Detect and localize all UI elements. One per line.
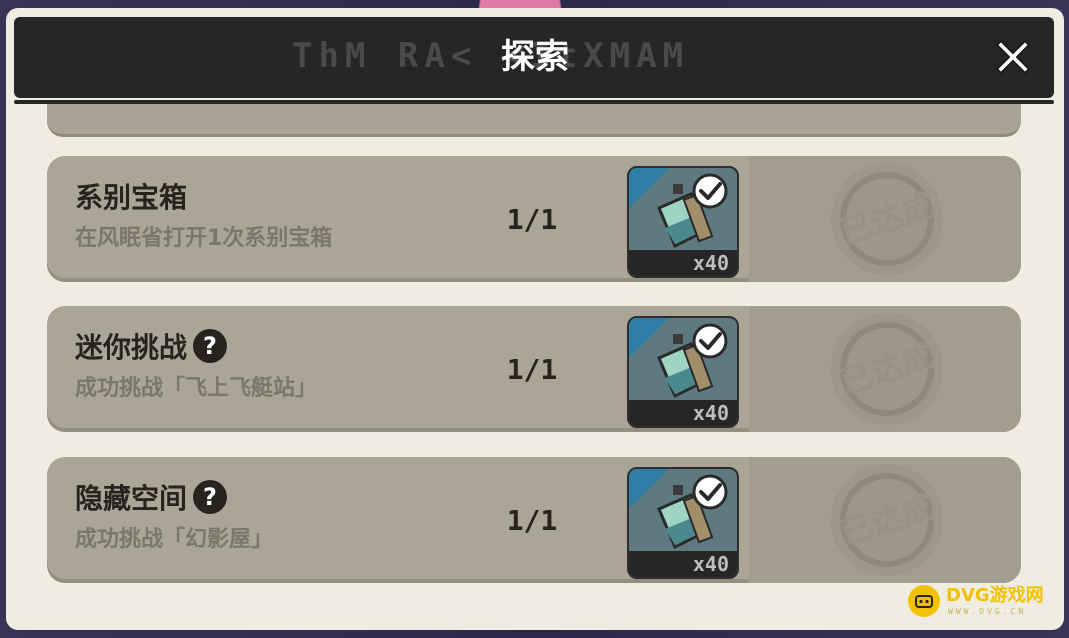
task-title: 隐藏空间? [75, 479, 228, 519]
checkmark-icon [692, 474, 728, 510]
reward-quantity: x40 [692, 251, 729, 275]
task-progress: 1/1 [506, 203, 558, 236]
reward-slot[interactable]: x40 [627, 467, 739, 579]
reward-slot[interactable]: x40 [627, 316, 739, 428]
status-area: 已达成 [749, 306, 1021, 432]
reward-slot[interactable]: x40 [627, 166, 739, 278]
task-card-hidden-space: 隐藏空间? 成功挑战「幻影屋」 1/1 x40 已达成 [47, 457, 1021, 583]
page-title: 探索 [501, 37, 569, 77]
reward-quantity: x40 [692, 552, 729, 576]
checkmark-icon [692, 173, 728, 209]
site-watermark: DVG游戏网 WWW.DVG.CN [908, 584, 1058, 620]
task-card-series-chest: 系别宝箱 在风眠省打开1次系别宝箱 1/1 x40 已达成 [47, 156, 1021, 282]
reward-quantity: x40 [692, 401, 729, 425]
task-card-mini-challenge: 迷你挑战? 成功挑战「飞上飞艇站」 1/1 x40 已达成 [47, 306, 1021, 432]
watermark-subtext: WWW.DVG.CN [948, 607, 1027, 616]
task-description: 成功挑战「飞上飞艇站」 [75, 376, 318, 401]
task-description: 在风眠省打开1次系别宝箱 [75, 226, 333, 251]
help-icon[interactable]: ? [193, 480, 228, 514]
watermark-text: DVG游戏网 [946, 585, 1044, 606]
gamepad-icon [908, 585, 940, 617]
help-icon[interactable]: ? [193, 329, 228, 363]
status-area: 已达成 [749, 457, 1021, 583]
close-button[interactable] [988, 32, 1038, 82]
task-description: 成功挑战「幻影屋」 [75, 527, 274, 552]
completed-stamp: 已达成 [807, 461, 967, 579]
task-list[interactable]: 系别宝箱 在风眠省打开1次系别宝箱 1/1 x40 已达成 迷你挑战 ? 成功挑… [14, 104, 1054, 624]
completed-stamp: 已达成 [807, 160, 967, 278]
task-title: 迷你挑战? [75, 328, 228, 368]
task-progress: 1/1 [506, 504, 558, 537]
close-icon [996, 40, 1030, 74]
task-progress: 1/1 [506, 353, 558, 386]
status-area: 已达成 [749, 156, 1021, 282]
checkmark-icon [692, 323, 728, 359]
completed-stamp: 已达成 [807, 310, 967, 428]
task-title: 系别宝箱 [75, 181, 188, 214]
list-item-partial [47, 104, 1021, 137]
